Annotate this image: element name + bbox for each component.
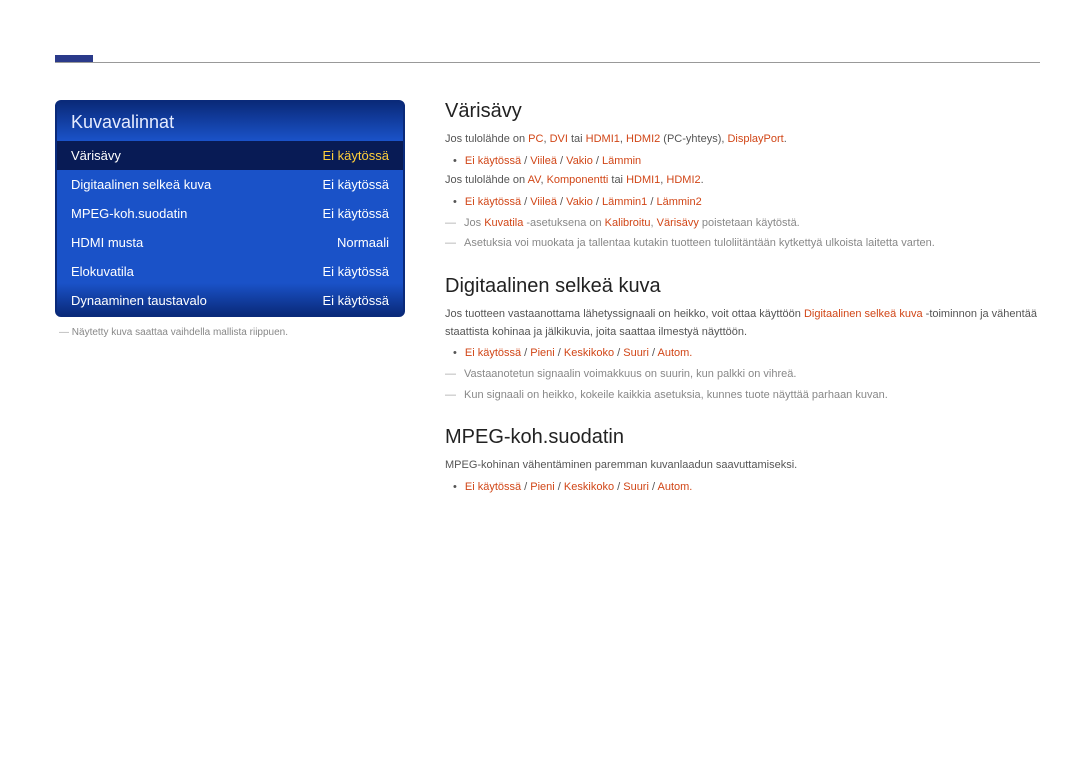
menu-label: Värisävy	[71, 148, 121, 163]
osd-panel: Kuvavalinnat Värisävy Ei käytössä Digita…	[55, 100, 405, 317]
section-heading-digital: Digitaalinen selkeä kuva	[445, 275, 1040, 298]
menu-item-hdmi-black[interactable]: HDMI musta Normaali	[57, 228, 403, 257]
menu-label: HDMI musta	[71, 235, 143, 250]
option-list: Ei käytössä / Pieni / Keskikoko / Suuri …	[453, 344, 1040, 363]
body-text: Jos tulolähde on AV, Komponentti tai HDM…	[445, 172, 1040, 190]
menu-value: Normaali	[337, 235, 389, 250]
body-text: MPEG-kohinan vähentäminen paremman kuvan…	[445, 457, 1040, 475]
menu-label: Elokuvatila	[71, 264, 134, 279]
section-heading-varisavy: Värisävy	[445, 100, 1040, 123]
menu-item-varisavy[interactable]: Värisävy Ei käytössä	[57, 141, 403, 170]
menu-label: Dynaaminen taustavalo	[71, 293, 207, 308]
menu-value: Ei käytössä	[323, 177, 389, 192]
note-text: Jos Kuvatila -asetuksena on Kalibroitu, …	[445, 214, 1040, 233]
option-list: Ei käytössä / Viileä / Vakio / Lämmin1 /…	[453, 193, 1040, 212]
menu-value: Ei käytössä	[323, 148, 389, 163]
body-text: Jos tulolähde on PC, DVI tai HDMI1, HDMI…	[445, 131, 1040, 149]
menu-value: Ei käytössä	[323, 206, 389, 221]
panel-title: Kuvavalinnat	[57, 102, 403, 141]
right-column: Värisävy Jos tulolähde on PC, DVI tai HD…	[445, 100, 1040, 498]
body-text: Jos tuotteen vastaanottama lähetyssignaa…	[445, 306, 1040, 341]
header-divider	[55, 62, 1040, 63]
panel-footnote: Näytetty kuva saattaa vaihdella mallista…	[55, 327, 405, 338]
menu-item-dynamic-backlight[interactable]: Dynaaminen taustavalo Ei käytössä	[57, 286, 403, 315]
menu-item-mpeg[interactable]: MPEG-koh.suodatin Ei käytössä	[57, 199, 403, 228]
note-text: Asetuksia voi muokata ja tallentaa kutak…	[445, 234, 1040, 253]
left-column: Kuvavalinnat Värisävy Ei käytössä Digita…	[55, 100, 405, 498]
option-list: Ei käytössä / Pieni / Keskikoko / Suuri …	[453, 478, 1040, 497]
page-content: Kuvavalinnat Värisävy Ei käytössä Digita…	[55, 100, 1040, 498]
option-list: Ei käytössä / Viileä / Vakio / Lämmin	[453, 152, 1040, 171]
menu-item-digital[interactable]: Digitaalinen selkeä kuva Ei käytössä	[57, 170, 403, 199]
menu-label: MPEG-koh.suodatin	[71, 206, 187, 221]
note-text: Kun signaali on heikko, kokeile kaikkia …	[445, 386, 1040, 405]
menu-value: Ei käytössä	[323, 293, 389, 308]
note-text: Vastaanotetun signaalin voimakkuus on su…	[445, 365, 1040, 384]
menu-label: Digitaalinen selkeä kuva	[71, 177, 211, 192]
menu-value: Ei käytössä	[323, 264, 389, 279]
header-accent	[55, 55, 93, 62]
section-heading-mpeg: MPEG-koh.suodatin	[445, 426, 1040, 449]
menu-item-film-mode[interactable]: Elokuvatila Ei käytössä	[57, 257, 403, 286]
